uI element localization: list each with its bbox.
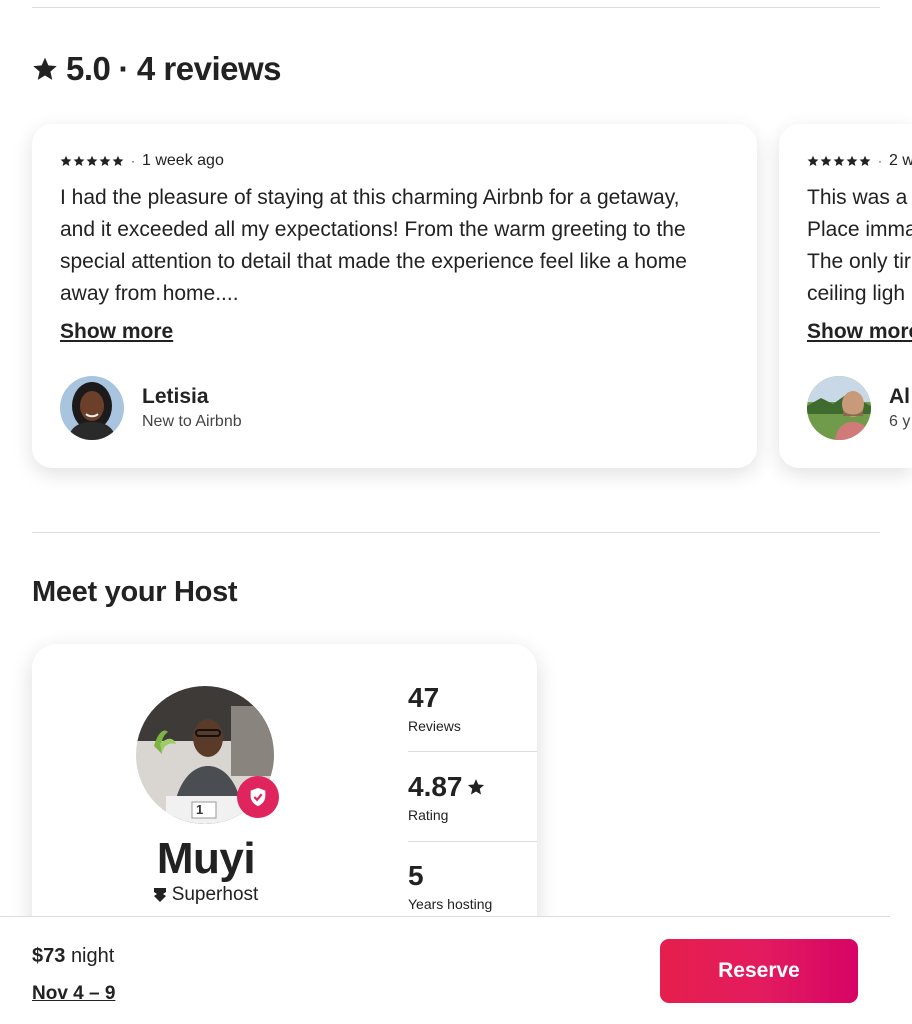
photo-tag: 1 bbox=[196, 802, 204, 817]
show-more-link[interactable]: Show more bbox=[60, 320, 173, 344]
star-icon bbox=[820, 155, 832, 166]
review-line: I had the pleasure of staying at this ch… bbox=[60, 186, 680, 209]
reviewer: Letisia New to Airbnb bbox=[60, 376, 242, 440]
review-line: Place imma bbox=[807, 218, 912, 241]
review-time: 2 w bbox=[889, 152, 912, 169]
star-icon bbox=[99, 155, 111, 166]
top-divider bbox=[32, 7, 880, 8]
review-line: This was a v bbox=[807, 186, 912, 209]
stat-value: 47 bbox=[408, 682, 440, 713]
reviewer: Al 6 y bbox=[807, 376, 910, 440]
star-icon bbox=[112, 155, 124, 166]
show-more-link[interactable]: Show more bbox=[807, 320, 912, 344]
review-line: The only tir bbox=[807, 250, 911, 273]
review-meta: · 1 week ago bbox=[60, 152, 224, 170]
overall-rating: 5.0 bbox=[66, 50, 111, 87]
reviewer-name: Letisia bbox=[142, 385, 209, 408]
review-meta: · 2 w bbox=[807, 152, 912, 170]
star-rating bbox=[807, 155, 871, 167]
star-icon bbox=[467, 779, 484, 795]
star-icon bbox=[807, 155, 819, 166]
stat-years-hosting: 5 Years hosting bbox=[408, 860, 537, 912]
review-card: · 1 week ago I had the pleasure of stayi… bbox=[32, 124, 757, 468]
host-name: Muyi bbox=[156, 834, 256, 883]
stat-label: Rating bbox=[408, 807, 449, 823]
review-card: · 2 w This was a v Place imma The only t… bbox=[779, 124, 912, 468]
stat-divider bbox=[408, 751, 537, 752]
verified-shield-icon bbox=[237, 776, 279, 818]
price-unit: night bbox=[70, 945, 115, 967]
review-line: and it exceeded all my expectations! Fro… bbox=[60, 218, 686, 241]
stat-divider bbox=[408, 841, 537, 842]
reserve-button[interactable]: Reserve bbox=[660, 939, 858, 1003]
review-line: special attention to detail that made th… bbox=[60, 250, 687, 273]
review-line: away from home.... bbox=[60, 282, 239, 305]
star-icon bbox=[859, 155, 871, 166]
star-icon bbox=[833, 155, 845, 166]
stat-rating: 4.87 Rating bbox=[408, 771, 537, 823]
star-icon bbox=[73, 155, 85, 166]
meta-separator: · bbox=[131, 154, 135, 168]
host-section-title: Meet your Host bbox=[32, 576, 238, 608]
section-divider bbox=[32, 532, 880, 533]
stat-value: 5 bbox=[408, 860, 424, 891]
reviewer-subtitle: New to Airbnb bbox=[142, 413, 242, 430]
review-time: 1 week ago bbox=[142, 152, 224, 169]
booking-footer: $73 night Nov 4 – 9 Reserve bbox=[0, 916, 890, 1024]
heading-separator: · bbox=[118, 50, 129, 87]
date-range-link[interactable]: Nov 4 – 9 bbox=[32, 983, 115, 1005]
stat-label: Years hosting bbox=[408, 896, 493, 912]
star-icon bbox=[846, 155, 858, 166]
price-amount: $73 bbox=[32, 945, 66, 967]
reviewer-avatar[interactable] bbox=[807, 376, 871, 440]
star-icon bbox=[60, 155, 72, 166]
superhost-medal-icon bbox=[153, 888, 166, 902]
reviewer-name: Al bbox=[889, 385, 910, 408]
superhost-label: Superhost bbox=[171, 884, 259, 905]
reviewer-subtitle: 6 y bbox=[889, 413, 911, 430]
meta-separator: · bbox=[878, 154, 882, 168]
star-icon bbox=[33, 57, 57, 80]
nightly-price: $73 night bbox=[32, 945, 114, 968]
review-text: This was a v Place imma The only tir cei… bbox=[807, 182, 912, 310]
review-line: ceiling ligh bbox=[807, 282, 906, 305]
superhost-badge: Superhost bbox=[112, 884, 300, 906]
stat-label: Reviews bbox=[408, 718, 461, 734]
review-count: 4 reviews bbox=[136, 50, 282, 87]
reviews-heading: 5.0 · 4 reviews bbox=[32, 50, 282, 88]
review-text: I had the pleasure of staying at this ch… bbox=[60, 182, 740, 310]
stat-reviews: 47 Reviews bbox=[408, 682, 537, 734]
star-icon bbox=[86, 155, 98, 166]
reviewer-avatar[interactable] bbox=[60, 376, 124, 440]
stat-value: 4.87 bbox=[408, 771, 463, 802]
star-rating bbox=[60, 155, 124, 167]
